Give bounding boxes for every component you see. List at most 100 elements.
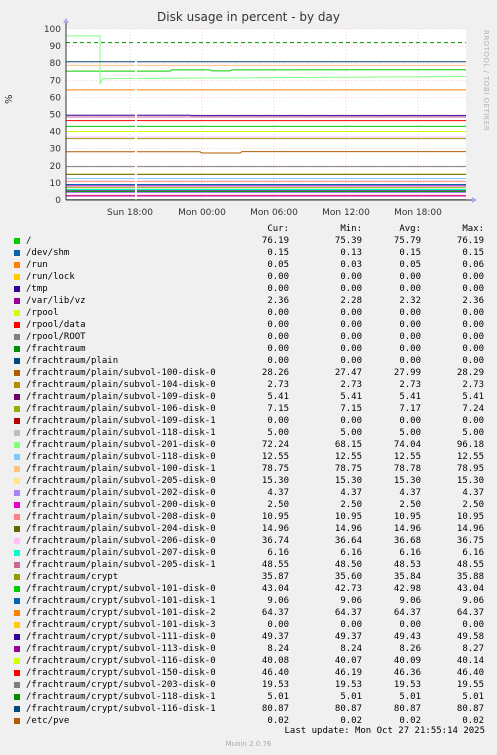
legend-max-value: 64.37 — [456, 608, 484, 618]
legend-label: /frachtraum/plain/subvol-118-disk-1 — [26, 428, 216, 438]
legend-avg-value: 0.00 — [399, 416, 421, 426]
legend-swatch — [14, 682, 20, 688]
legend-max-value: 5.00 — [462, 428, 484, 438]
legend-avg-value: 42.98 — [393, 584, 421, 594]
legend-label: /rpool/data — [26, 320, 86, 330]
legend-avg-value: 0.00 — [399, 308, 421, 318]
legend-avg-value: 12.55 — [393, 452, 421, 462]
legend-avg-value: 49.43 — [393, 632, 421, 642]
legend-avg-value: 15.30 — [393, 476, 421, 486]
legend-max-value: 5.01 — [462, 692, 484, 702]
legend-cur-value: 0.00 — [267, 272, 289, 282]
legend-avg-value: 0.00 — [399, 284, 421, 294]
legend-avg-value: 0.00 — [399, 320, 421, 330]
legend-swatch — [14, 286, 20, 292]
legend-cur-value: 76.19 — [261, 236, 289, 246]
legend-row: /run/lock 0.00 0.00 0.00 0.00 — [0, 272, 497, 284]
legend-avg-value: 78.78 — [393, 464, 421, 474]
legend-row: /frachtraum/plain/subvol-100-disk-1 78.75… — [0, 464, 497, 476]
legend-max-value: 76.19 — [456, 236, 484, 246]
legend-swatch — [14, 634, 20, 640]
legend-swatch — [14, 526, 20, 532]
legend-max-value: 0.00 — [462, 284, 484, 294]
legend-row: /frachtraum/plain/subvol-205-disk-1 48.55… — [0, 560, 497, 572]
legend-row: /frachtraum/plain/subvol-204-disk-0 14.96… — [0, 524, 497, 536]
legend-swatch — [14, 610, 20, 616]
legend-swatch — [14, 718, 20, 724]
legend-row: /frachtraum/crypt/subvol-101-disk-2 64.37… — [0, 608, 497, 620]
legend-avg-value: 14.96 — [393, 524, 421, 534]
legend-swatch — [14, 646, 20, 652]
legend-avg-value: 40.09 — [393, 656, 421, 666]
legend-avg-value: 0.00 — [399, 356, 421, 366]
legend-row: /rpool/ROOT 0.00 0.00 0.00 0.00 — [0, 332, 497, 344]
legend-label: /frachtraum/plain/subvol-109-disk-1 — [26, 416, 216, 426]
legend-swatch — [14, 478, 20, 484]
legend-label: /frachtraum/plain/subvol-207-disk-0 — [26, 548, 216, 558]
legend-avg-value: 7.17 — [399, 404, 421, 414]
legend-max-value: 0.00 — [462, 320, 484, 330]
legend-max-value: 35.88 — [456, 572, 484, 582]
legend-label: /etc/pve — [26, 716, 70, 726]
legend-cur-value: 7.15 — [267, 404, 289, 414]
legend-avg-value: 74.04 — [393, 440, 421, 450]
legend-cur-value: 0.00 — [267, 320, 289, 330]
legend-max-value: 0.02 — [462, 716, 484, 726]
legend-label: /frachtraum/plain/subvol-205-disk-1 — [26, 560, 216, 570]
legend-row: /frachtraum/plain/subvol-205-disk-0 15.30… — [0, 476, 497, 488]
legend-cur-value: 43.04 — [261, 584, 289, 594]
legend-avg-value: 19.53 — [393, 680, 421, 690]
legend-label: /frachtraum/crypt/subvol-101-disk-3 — [26, 620, 216, 630]
legend-swatch — [14, 346, 20, 352]
legend-avg-value: 27.99 — [393, 368, 421, 378]
legend-swatch — [14, 382, 20, 388]
legend-max-value: 4.37 — [462, 488, 484, 498]
legend-max-value: 0.00 — [462, 344, 484, 354]
legend-label: /frachtraum/crypt/subvol-101-disk-1 — [26, 596, 216, 606]
legend-swatch — [14, 538, 20, 544]
legend-row: /frachtraum/crypt/subvol-101-disk-3 0.00 0… — [0, 620, 497, 632]
legend-avg-value: 0.00 — [399, 344, 421, 354]
legend-avg-value: 0.00 — [399, 272, 421, 282]
legend-max-value: 0.06 — [462, 260, 484, 270]
legend-swatch — [14, 694, 20, 700]
legend-max-value: 7.24 — [462, 404, 484, 414]
legend-max-value: 0.00 — [462, 332, 484, 342]
legend-max-value: 0.00 — [462, 416, 484, 426]
legend-swatch — [14, 586, 20, 592]
legend-label: /frachtraum/plain/subvol-201-disk-0 — [26, 440, 216, 450]
legend-swatch — [14, 358, 20, 364]
legend-swatch — [14, 502, 20, 508]
legend-swatch — [14, 454, 20, 460]
legend-label: /rpool — [26, 308, 59, 318]
legend-row: /tmp 0.00 0.00 0.00 0.00 — [0, 284, 497, 296]
legend-avg-value: 0.00 — [399, 332, 421, 342]
legend-label: /frachtraum/plain/subvol-109-disk-0 — [26, 392, 216, 402]
legend-avg-value: 2.32 — [399, 296, 421, 306]
legend-avg-value: 64.37 — [393, 608, 421, 618]
column-header: Max: — [462, 224, 484, 234]
legend-label: /frachtraum/plain/subvol-100-disk-0 — [26, 368, 216, 378]
legend-max-value: 5.41 — [462, 392, 484, 402]
legend-row: /frachtraum/plain/subvol-201-disk-0 72.24… — [0, 440, 497, 452]
legend-max-value: 10.95 — [456, 512, 484, 522]
legend-swatch — [14, 706, 20, 712]
legend-label: /frachtraum/crypt/subvol-118-disk-1 — [26, 692, 216, 702]
legend-avg-value: 36.68 — [393, 536, 421, 546]
legend-cur-value: 0.05 — [267, 260, 289, 270]
legend-max-value: 46.40 — [456, 668, 484, 678]
legend-swatch — [14, 622, 20, 628]
legend-max-value: 12.55 — [456, 452, 484, 462]
legend-avg-value: 0.05 — [399, 260, 421, 270]
legend-avg-value: 5.00 — [399, 428, 421, 438]
legend-avg-value: 5.41 — [399, 392, 421, 402]
legend-label: /frachtraum/crypt/subvol-116-disk-0 — [26, 656, 216, 666]
legend-row: /frachtraum/plain/subvol-202-disk-0 4.37 4… — [0, 488, 497, 500]
legend-max-value: 2.73 — [462, 380, 484, 390]
legend-cur-value: 2.73 — [267, 380, 289, 390]
legend-cur-value: 49.37 — [261, 632, 289, 642]
legend-row: /frachtraum/crypt/subvol-113-disk-0 8.24 8… — [0, 644, 497, 656]
legend-row: /rpool/data 0.00 0.00 0.00 0.00 — [0, 320, 497, 332]
legend-row: /frachtraum/crypt/subvol-116-disk-1 80.87… — [0, 704, 497, 716]
legend-avg-value: 0.15 — [399, 248, 421, 258]
